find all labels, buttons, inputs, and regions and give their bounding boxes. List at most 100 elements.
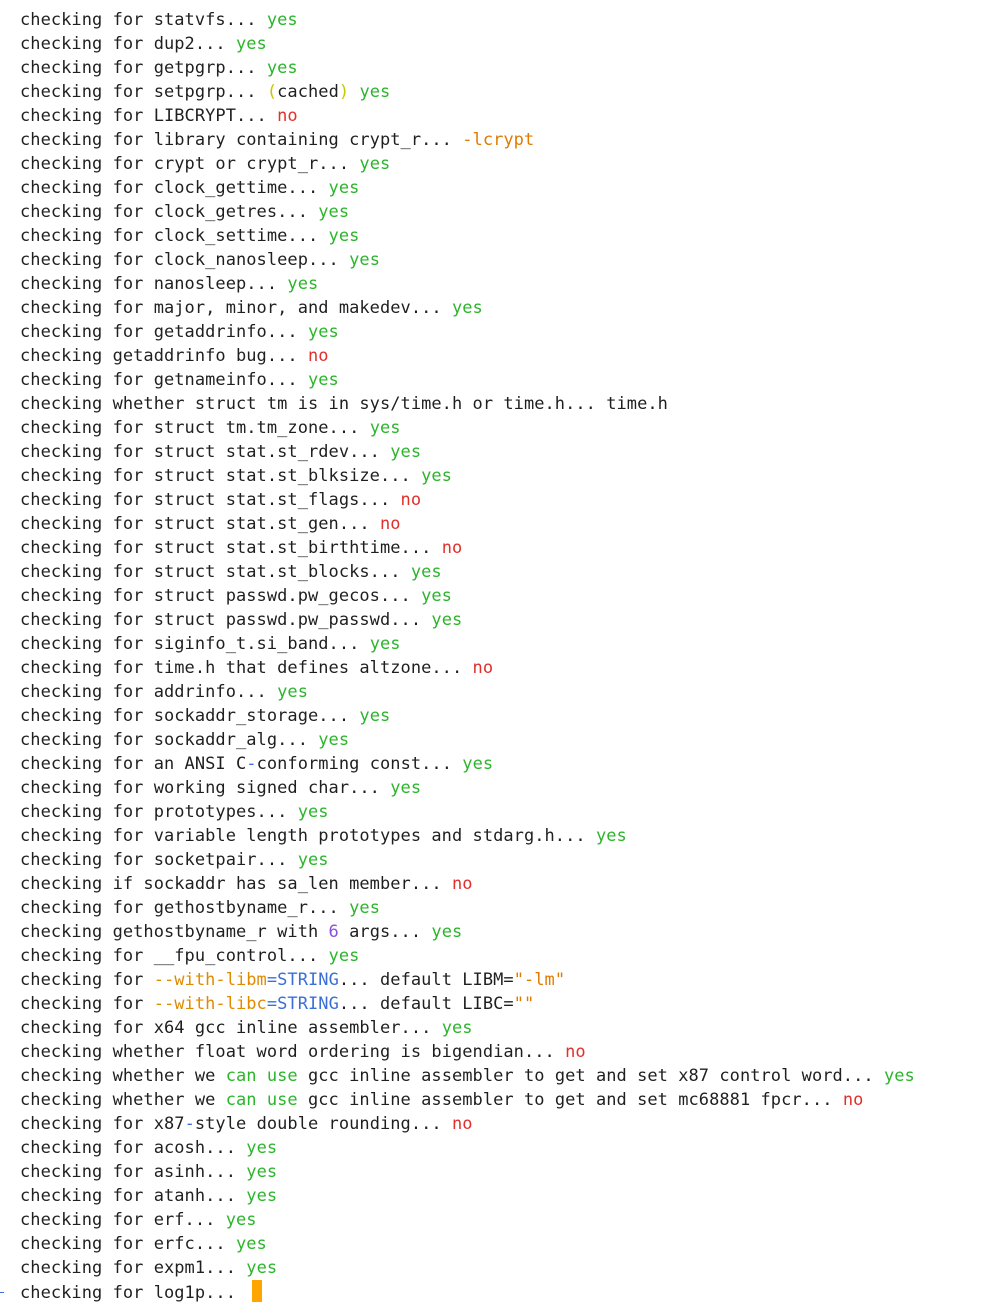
- output-token-yes: yes: [277, 682, 308, 702]
- terminal-line: checking for struct tm.tm_zone... yes: [20, 416, 994, 440]
- terminal-line: checking for socketpair... yes: [20, 848, 994, 872]
- terminal-line: checking for clock_getres... yes: [20, 200, 994, 224]
- output-token-yes: yes: [349, 898, 380, 918]
- output-text: checking for erf...: [20, 1210, 226, 1230]
- terminal-line: checking for siginfo_t.si_band... yes: [20, 632, 994, 656]
- output-text: checking for struct passwd.pw_gecos...: [20, 586, 422, 606]
- terminal-line: checking for acosh... yes: [20, 1136, 994, 1160]
- output-token-opt: --with-libm: [153, 970, 267, 990]
- terminal-line: checking for getnameinfo... yes: [20, 368, 994, 392]
- terminal-line: checking for clock_nanosleep... yes: [20, 248, 994, 272]
- output-text: checking for socketpair...: [20, 850, 298, 870]
- output-text: conforming const...: [256, 754, 463, 774]
- gutter-marker: [0, 1292, 4, 1293]
- output-text: checking for x64 gcc inline assembler...: [20, 1018, 442, 1038]
- output-text: checking for dup2...: [20, 34, 236, 54]
- output-token-paren: (: [266, 82, 278, 102]
- output-text: checking for major, minor, and makedev..…: [20, 298, 452, 318]
- output-text: checking for x87: [20, 1114, 185, 1134]
- output-text: checking for clock_settime...: [20, 226, 329, 246]
- output-text: checking for acosh...: [20, 1138, 247, 1158]
- terminal-line: checking for dup2... yes: [20, 32, 994, 56]
- output-token-yes: yes: [307, 370, 339, 390]
- output-token-no: no: [842, 1090, 864, 1110]
- output-token-yes: yes: [359, 706, 391, 726]
- terminal-line: checking for x87-style double rounding..…: [20, 1112, 994, 1136]
- output-text: checking for setpgrp...: [20, 82, 267, 102]
- terminal-line: checking for erfc... yes: [20, 1232, 994, 1256]
- output-text: checking for gethostbyname_r...: [20, 898, 350, 918]
- terminal-line: checking getaddrinfo bug... no: [20, 344, 994, 368]
- terminal-line: checking gethostbyname_r with 6 args... …: [20, 920, 994, 944]
- output-text: checking for clock_nanosleep...: [20, 250, 350, 270]
- terminal-line: checking for time.h that defines altzone…: [20, 656, 994, 680]
- output-token-no: no: [565, 1042, 586, 1062]
- output-text: checking for statvfs...: [20, 10, 267, 30]
- output-token-yes: yes: [390, 778, 422, 798]
- output-text: checking for struct passwd.pw_passwd...: [20, 610, 432, 630]
- output-text: checking for sockaddr_storage...: [20, 706, 360, 726]
- terminal-line: checking for getpgrp... yes: [20, 56, 994, 80]
- terminal-line: checking for library containing crypt_r.…: [20, 128, 994, 152]
- output-text: checking for clock_gettime...: [20, 178, 329, 198]
- output-token-yes: yes: [266, 10, 298, 30]
- output-token-yes: yes: [318, 730, 350, 750]
- output-token-yes: yes: [246, 1162, 278, 1182]
- output-token-blue: STRING: [277, 970, 339, 990]
- output-text: style double rounding...: [194, 1114, 452, 1134]
- terminal-line: checking for clock_settime... yes: [20, 224, 994, 248]
- output-token-yes: yes: [225, 1210, 257, 1230]
- output-text: checking for variable length prototypes …: [20, 826, 596, 846]
- terminal-window[interactable]: checking for statvfs... yes checking for …: [0, 0, 994, 1314]
- output-token-yes: yes: [297, 802, 329, 822]
- terminal-line: checking for atanh... yes: [20, 1184, 994, 1208]
- output-text: gcc inline assembler to get and set mc68…: [297, 1090, 843, 1110]
- output-token-dash: -: [246, 754, 257, 774]
- output-text: checking for struct stat.st_gen...: [20, 514, 380, 534]
- output-token-dash: =: [266, 970, 278, 990]
- output-text: checking for getnameinfo...: [20, 370, 308, 390]
- terminal-line: checking for nanosleep... yes: [20, 272, 994, 296]
- output-text: checking for erfc...: [20, 1234, 236, 1254]
- terminal-line: checking if sockaddr has sa_len member..…: [20, 872, 994, 896]
- terminal-line: checking for struct stat.st_gen... no: [20, 512, 994, 536]
- terminal-line: checking for expm1... yes: [20, 1256, 994, 1280]
- output-text: checking for struct stat.st_blksize...: [20, 466, 422, 486]
- terminal-line: checking for struct stat.st_birthtime...…: [20, 536, 994, 560]
- output-token-yes: yes: [246, 1186, 278, 1206]
- output-token-orange: -lcrypt: [462, 130, 535, 150]
- output-token-no: no: [307, 346, 329, 366]
- terminal-line: checking for --with-libc=STRING... defau…: [20, 992, 994, 1016]
- terminal-line: checking for sockaddr_alg... yes: [20, 728, 994, 752]
- output-token-dash: =: [266, 994, 278, 1014]
- output-token-yes: yes: [410, 562, 442, 582]
- terminal-line: checking for erf... yes: [20, 1208, 994, 1232]
- terminal-output: checking for statvfs... yes checking for …: [20, 8, 994, 1304]
- output-token-no: no: [451, 1114, 473, 1134]
- terminal-line: checking for statvfs... yes: [20, 8, 994, 32]
- output-token-no: no: [451, 874, 473, 894]
- output-text: checking for siginfo_t.si_band...: [20, 634, 370, 654]
- output-token-no: no: [472, 658, 494, 678]
- output-token-yes: yes: [390, 442, 422, 462]
- output-token-orange: "": [513, 994, 535, 1014]
- output-text: args...: [338, 922, 432, 942]
- output-token-yes: yes: [359, 82, 391, 102]
- terminal-line: checking for x64 gcc inline assembler...…: [20, 1016, 994, 1040]
- terminal-line: checking for struct passwd.pw_gecos... y…: [20, 584, 994, 608]
- terminal-line: checking for log1p...: [20, 1280, 994, 1304]
- output-text: checking whether we: [20, 1066, 226, 1086]
- output-token-yes: yes: [246, 1258, 278, 1278]
- output-text: cached: [277, 82, 339, 102]
- terminal-line: checking for crypt or crypt_r... yes: [20, 152, 994, 176]
- output-token-yes: yes: [328, 178, 360, 198]
- terminal-line: checking for getaddrinfo... yes: [20, 320, 994, 344]
- output-token-opt: --with-libc: [153, 994, 267, 1014]
- output-text: checking for __fpu_control...: [20, 946, 329, 966]
- terminal-line: checking for major, minor, and makedev..…: [20, 296, 994, 320]
- block-cursor-icon: [252, 1280, 263, 1302]
- terminal-line: checking for gethostbyname_r... yes: [20, 896, 994, 920]
- output-text: checking for expm1...: [20, 1258, 247, 1278]
- output-text: checking for prototypes...: [20, 802, 298, 822]
- output-token-yes: yes: [297, 850, 329, 870]
